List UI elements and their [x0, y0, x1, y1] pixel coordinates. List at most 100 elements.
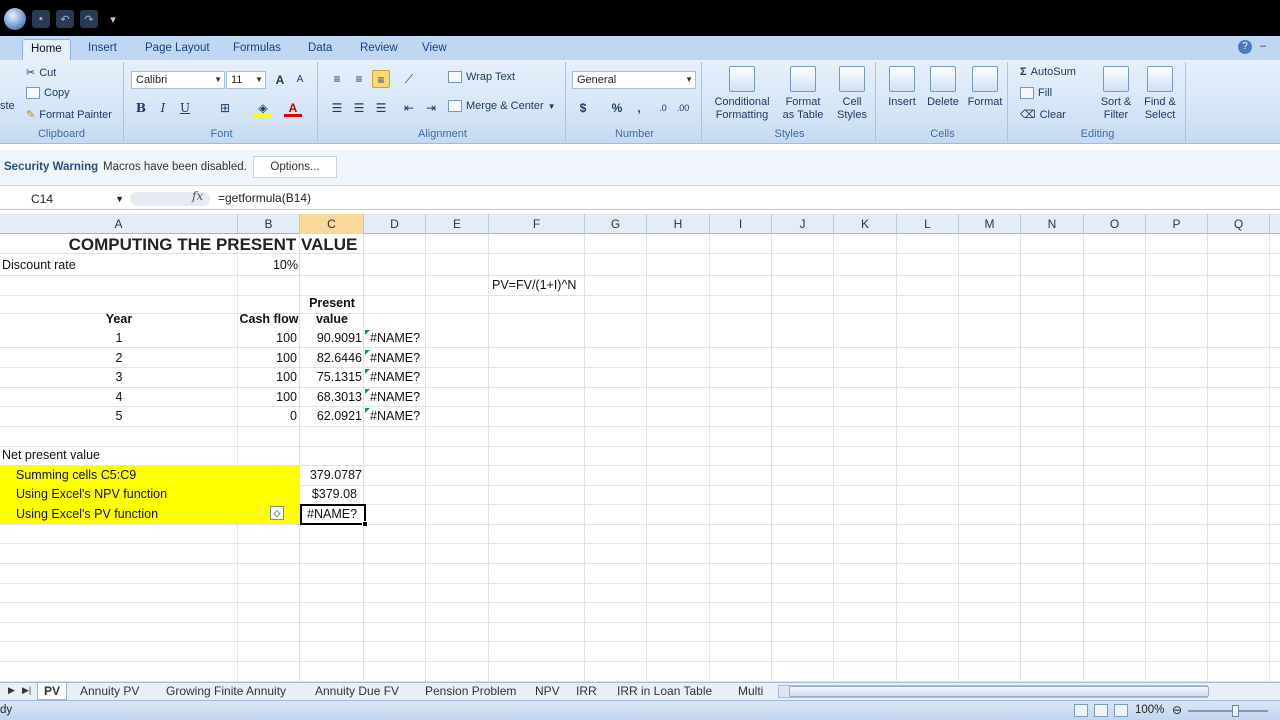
sheet-tab-annuity-due-fv[interactable]: Annuity Due FV [315, 683, 399, 700]
font-size-select[interactable]: 11 ▼ [226, 71, 266, 89]
wrap-text-button[interactable]: Wrap Text [448, 71, 515, 83]
column-header-g[interactable]: G [585, 214, 647, 234]
percent-button[interactable]: % [608, 99, 626, 117]
zoom-slider-knob[interactable] [1232, 705, 1239, 717]
autosum-button[interactable]: Σ AutoSum [1020, 66, 1076, 78]
column-header-m[interactable]: M [959, 214, 1021, 234]
first-sheet-icon[interactable]: ▶ [8, 685, 15, 696]
sheet-tab-multi[interactable]: Multi [738, 683, 763, 700]
error-warning-icon[interactable]: ◇ [270, 506, 284, 520]
column-header-n[interactable]: N [1021, 214, 1084, 234]
clear-button[interactable]: ⌫ Clear [1020, 108, 1066, 122]
zoom-level[interactable]: 100% [1135, 704, 1164, 716]
tab-page-layout[interactable]: Page Layout [137, 39, 218, 60]
zoom-slider[interactable] [1188, 710, 1268, 712]
options-button[interactable]: Options... [253, 156, 337, 178]
fill-handle[interactable] [362, 521, 368, 527]
scroll-thumb[interactable] [789, 686, 1209, 697]
sheet-tab-growing-finite-annuity[interactable]: Growing Finite Annuity [166, 683, 286, 700]
tab-home[interactable]: Home [22, 39, 71, 60]
office-button-icon[interactable] [4, 8, 26, 30]
name-box[interactable]: C14 ▼ [0, 190, 128, 208]
format-as-table-button[interactable]: Format as Table [776, 66, 830, 122]
align-bottom-icon[interactable]: ≡ [372, 70, 390, 88]
last-sheet-icon[interactable]: ▶| [22, 685, 31, 696]
align-left-icon[interactable]: ☰ [328, 99, 346, 117]
column-header-f[interactable]: F [489, 214, 585, 234]
italic-button[interactable]: I [154, 99, 172, 117]
sheet-tab-npv[interactable]: NPV [535, 683, 560, 700]
column-header-i[interactable]: I [710, 214, 772, 234]
column-header-p[interactable]: P [1146, 214, 1208, 234]
insert-function-icon[interactable]: fx [192, 189, 203, 203]
column-header-e[interactable]: E [426, 214, 489, 234]
sheet-tab-irr[interactable]: IRR [576, 683, 597, 700]
copy-button[interactable]: Copy [26, 87, 70, 99]
column-header-a[interactable]: A [0, 214, 238, 234]
increase-decimal-icon[interactable]: .0 [654, 99, 672, 117]
zoom-out-icon[interactable]: ⊖ [1172, 703, 1182, 717]
decrease-indent-icon[interactable]: ⇤ [400, 99, 418, 117]
column-header-o[interactable]: O [1084, 214, 1146, 234]
currency-button[interactable]: $ [574, 99, 592, 117]
sheet-tab-annuity-pv[interactable]: Annuity PV [80, 683, 139, 700]
tab-data[interactable]: Data [300, 39, 340, 60]
column-header-b[interactable]: B [238, 214, 300, 234]
minimize-icon[interactable]: – [1260, 40, 1274, 54]
horizontal-scrollbar[interactable] [778, 685, 1209, 698]
align-right-icon[interactable]: ☰ [372, 99, 390, 117]
bold-button[interactable]: B [132, 99, 150, 117]
redo-icon[interactable]: ↷ [80, 10, 98, 28]
paste-button[interactable]: ste [0, 100, 15, 112]
number-format-select[interactable]: General ▼ [572, 71, 696, 89]
column-header-k[interactable]: K [834, 214, 897, 234]
orientation-icon[interactable]: ⟋ [400, 70, 418, 88]
insert-cells-button[interactable]: Insert [882, 66, 922, 109]
underline-button[interactable]: U [176, 99, 194, 117]
increase-indent-icon[interactable]: ⇥ [422, 99, 440, 117]
column-header-c[interactable]: C [300, 214, 364, 234]
conditional-formatting-button[interactable]: Conditional Formatting [708, 66, 776, 122]
formula-input[interactable]: =getformula(B14) [218, 191, 311, 205]
align-center-icon[interactable]: ☰ [350, 99, 368, 117]
align-middle-icon[interactable]: ≡ [350, 70, 368, 88]
merge-center-button[interactable]: Merge & Center ▼ [448, 100, 556, 112]
sheet-tab-pv[interactable]: PV [37, 683, 68, 700]
active-cell[interactable]: #NAME? [300, 504, 366, 525]
sheet-tab-irr-loan-table[interactable]: IRR in Loan Table [617, 683, 712, 700]
grow-font-icon[interactable]: A [271, 71, 289, 89]
tab-insert[interactable]: Insert [80, 39, 125, 60]
tab-review[interactable]: Review [352, 39, 406, 60]
column-header-l[interactable]: L [897, 214, 959, 234]
align-top-icon[interactable]: ≡ [328, 70, 346, 88]
cut-button[interactable]: ✂ Cut [26, 66, 56, 80]
sort-filter-button[interactable]: Sort & Filter [1096, 66, 1136, 122]
tab-view[interactable]: View [414, 39, 455, 60]
column-header-h[interactable]: H [647, 214, 710, 234]
cell-styles-button[interactable]: Cell Styles [830, 66, 874, 122]
decrease-decimal-icon[interactable]: .00 [674, 99, 692, 117]
column-header-q[interactable]: Q [1208, 214, 1270, 234]
font-color-icon[interactable]: A [284, 99, 302, 117]
normal-view-icon[interactable] [1074, 704, 1088, 717]
column-header-d[interactable]: D [364, 214, 426, 234]
borders-icon[interactable]: ⊞ [216, 99, 234, 117]
save-icon[interactable]: ▪ [32, 10, 50, 28]
delete-cells-button[interactable]: Delete [922, 66, 964, 109]
tab-formulas[interactable]: Formulas [225, 39, 289, 60]
sheet-tab-pension-problem[interactable]: Pension Problem [425, 683, 516, 700]
customize-qat-icon[interactable]: ▾ [104, 10, 122, 28]
page-break-view-icon[interactable] [1114, 704, 1128, 717]
format-cells-button[interactable]: Format [964, 66, 1006, 109]
worksheet-grid[interactable]: COMPUTING THE PRESENT VALUE Discount rat… [0, 234, 1280, 682]
page-layout-view-icon[interactable] [1094, 704, 1108, 717]
shrink-font-icon[interactable]: A [291, 71, 309, 89]
find-select-button[interactable]: Find & Select [1138, 66, 1182, 122]
column-header-j[interactable]: J [772, 214, 834, 234]
undo-icon[interactable]: ↶ [56, 10, 74, 28]
format-painter-button[interactable]: ✎ Format Painter [26, 108, 112, 122]
font-name-select[interactable]: Calibri ▼ [131, 71, 225, 89]
comma-button[interactable]: , [630, 99, 648, 117]
fill-button[interactable]: Fill [1020, 87, 1052, 99]
help-icon[interactable]: ? [1238, 40, 1252, 54]
